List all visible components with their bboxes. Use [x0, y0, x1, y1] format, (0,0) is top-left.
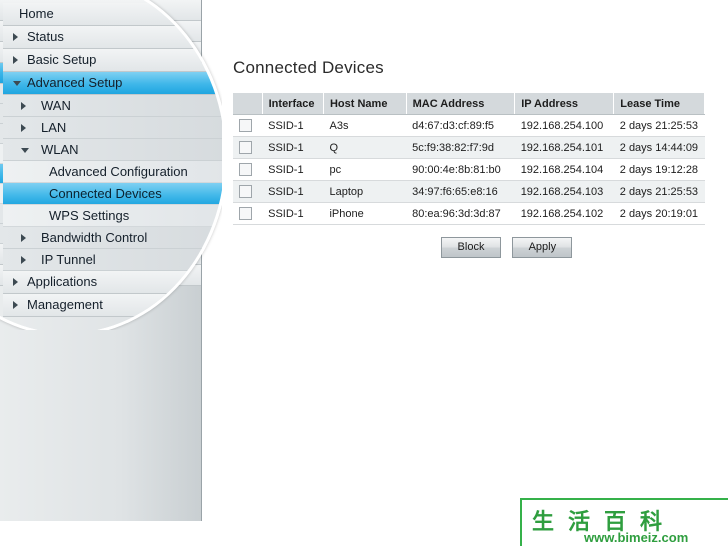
sidebar-item-wan[interactable]: WAN [0, 84, 201, 104]
column-header-select [233, 93, 263, 115]
cell-interface: SSID-1 [262, 180, 324, 203]
sidebar-item-label: Basic Setup [22, 45, 87, 59]
cell-host-name: A3s [323, 114, 407, 137]
cell-interface: SSID-1 [262, 114, 324, 137]
sidebar-item-wlan[interactable]: WLAN [0, 124, 201, 144]
chevron-right-icon [9, 250, 14, 258]
router-admin-page: Home Status Basic Setup Advanced Setup W… [0, 0, 728, 521]
cell-ip-address: 192.168.254.101 [514, 136, 614, 159]
sidebar-item-label: Home [14, 3, 47, 17]
column-header-host-name: Host Name [323, 93, 407, 115]
connected-devices-table: Interface Host Name MAC Address IP Addre… [233, 93, 705, 225]
sidebar-item-label: IP Tunnel [36, 226, 87, 240]
sidebar-item-label: Connected Devices [44, 166, 149, 180]
checkbox-icon[interactable] [239, 207, 252, 220]
sidebar-item-label: Status [22, 24, 57, 38]
row-checkbox-cell[interactable] [233, 114, 263, 137]
sidebar-item-label: LAN [36, 106, 60, 120]
cell-interface: SSID-1 [262, 136, 324, 159]
sidebar-item-label: WPS Settings [44, 186, 119, 200]
sidebar-item-applications[interactable]: Applications [0, 244, 201, 265]
sidebar-item-label: Advanced Configuration [44, 146, 173, 160]
sidebar-item-ip-tunnel[interactable]: IP Tunnel [0, 224, 201, 244]
page-title: Connected Devices [233, 58, 384, 77]
cell-ip-address: 192.168.254.103 [514, 180, 614, 203]
table-row[interactable]: SSID-1 Laptop 34:97:f6:65:e8:16 192.168.… [233, 180, 705, 203]
column-header-lease-time: Lease Time [613, 93, 705, 115]
sidebar-item-advanced-configuration[interactable]: Advanced Configuration [0, 144, 201, 164]
chevron-down-icon [16, 131, 24, 141]
sidebar-item-advanced-setup[interactable]: Advanced Setup [0, 63, 201, 84]
chevron-right-icon [16, 109, 21, 118]
row-checkbox-cell[interactable] [233, 158, 263, 181]
sidebar-item-home[interactable]: Home [0, 0, 201, 21]
cell-lease-time: 2 days 21:25:53 [613, 180, 705, 203]
block-button[interactable]: Block [441, 237, 501, 258]
cell-host-name: Laptop [323, 180, 407, 203]
table-row[interactable]: SSID-1 pc 90:00:4e:8b:81:b0 192.168.254.… [233, 158, 705, 181]
cell-interface: SSID-1 [262, 158, 324, 181]
column-header-ip-address: IP Address [514, 93, 615, 115]
sidebar-item-label: Management [22, 268, 93, 282]
cell-mac-address: d4:67:d3:cf:89:f5 [406, 114, 515, 137]
column-header-interface: Interface [262, 93, 324, 115]
apply-button[interactable]: Apply [512, 237, 573, 258]
checkbox-icon[interactable] [239, 119, 252, 132]
cell-lease-time: 2 days 19:12:28 [613, 158, 705, 181]
chevron-right-icon [9, 48, 14, 56]
sidebar-item-label: Applications [22, 247, 87, 261]
row-checkbox-cell[interactable] [233, 180, 263, 203]
cell-lease-time: 2 days 20:19:01 [613, 202, 705, 225]
chevron-right-icon [16, 209, 21, 218]
sidebar-item-label: Advanced Setup [22, 66, 111, 80]
sidebar-item-wps-settings[interactable]: WPS Settings [0, 184, 201, 204]
chevron-right-icon [16, 229, 21, 238]
cell-ip-address: 192.168.254.102 [514, 202, 614, 225]
action-buttons: Block Apply [441, 237, 580, 258]
cell-mac-address: 34:97:f6:65:e8:16 [406, 180, 515, 203]
sidebar-item-status[interactable]: Status [0, 21, 201, 42]
chevron-down-icon [9, 71, 17, 80]
checkbox-icon[interactable] [239, 141, 252, 154]
column-header-mac-address: MAC Address [406, 93, 516, 115]
cell-host-name: pc [323, 158, 407, 181]
sidebar-item-label: WAN [36, 86, 64, 100]
sidebar-item-connected-devices[interactable]: Connected Devices [0, 164, 201, 184]
chevron-right-icon [9, 27, 14, 35]
table-row[interactable]: SSID-1 Q 5c:f9:38:82:f7:9d 192.168.254.1… [233, 136, 705, 159]
sidebar-item-label: Bandwidth Control [36, 206, 135, 220]
cell-ip-address: 192.168.254.104 [514, 158, 614, 181]
sidebar-item-management[interactable]: Management [0, 265, 201, 286]
sidebar-item-bandwidth-control[interactable]: Bandwidth Control [0, 204, 201, 224]
watermark-url: www.bimeiz.com [584, 530, 689, 545]
sidebar-item-lan[interactable]: LAN [0, 104, 201, 124]
cell-mac-address: 5c:f9:38:82:f7:9d [406, 136, 515, 159]
cell-mac-address: 80:ea:96:3d:3d:87 [406, 202, 515, 225]
sidebar-item-basic-setup[interactable]: Basic Setup [0, 42, 201, 63]
table-row[interactable]: SSID-1 iPhone 80:ea:96:3d:3d:87 192.168.… [233, 202, 705, 225]
cell-lease-time: 2 days 14:44:09 [613, 136, 705, 159]
cell-host-name: Q [323, 136, 407, 159]
sidebar-item-label: WLAN [36, 126, 71, 140]
cell-host-name: iPhone [323, 202, 407, 225]
chevron-right-icon [9, 271, 14, 279]
cell-lease-time: 2 days 21:25:53 [613, 114, 705, 137]
cell-mac-address: 90:00:4e:8b:81:b0 [406, 158, 515, 181]
cell-interface: SSID-1 [262, 202, 324, 225]
table-header-row: Interface Host Name MAC Address IP Addre… [233, 93, 705, 115]
cell-ip-address: 192.168.254.100 [514, 114, 614, 137]
watermark: 生活百科 www.bimeiz.com [520, 498, 728, 546]
checkbox-icon[interactable] [239, 185, 252, 198]
checkbox-icon[interactable] [239, 163, 252, 176]
sidebar-nav: Home Status Basic Setup Advanced Setup W… [0, 0, 202, 521]
row-checkbox-cell[interactable] [233, 202, 263, 225]
content-area: Connected Devices Interface Host Name MA… [203, 0, 728, 521]
row-checkbox-cell[interactable] [233, 136, 263, 159]
table-row[interactable]: SSID-1 A3s d4:67:d3:cf:89:f5 192.168.254… [233, 114, 705, 137]
chevron-right-icon [16, 89, 21, 98]
